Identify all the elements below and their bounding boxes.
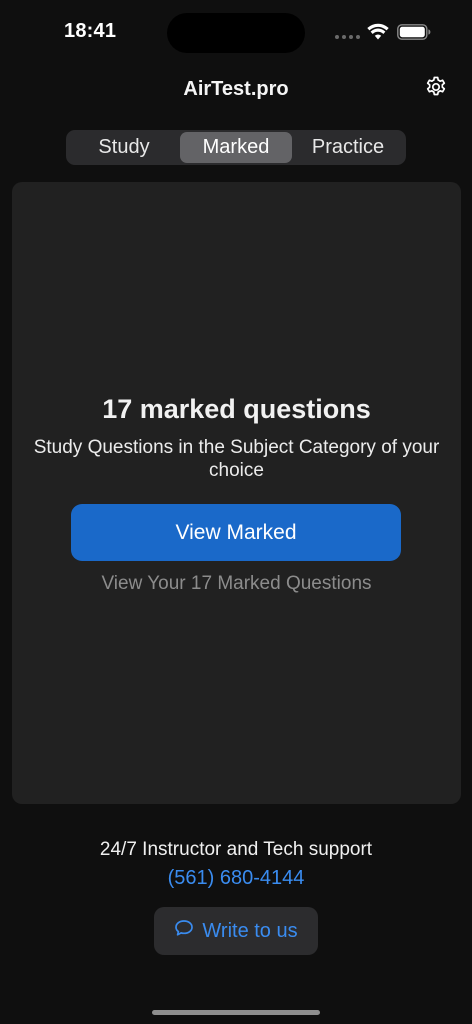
card-description: Study Questions in the Subject Category … [33, 437, 440, 481]
dynamic-island [167, 13, 305, 53]
battery-icon [397, 24, 431, 45]
marked-count-title: 17 marked questions [102, 394, 371, 424]
tab-marked[interactable]: Marked [180, 132, 292, 163]
view-marked-button[interactable]: View Marked [71, 504, 401, 561]
marked-questions-card: 17 marked questions Study Questions in t… [12, 182, 461, 804]
support-phone-link[interactable]: (561) 680-4144 [0, 867, 472, 890]
chat-bubble-icon [174, 919, 194, 943]
tab-study[interactable]: Study [68, 132, 180, 163]
support-text: 24/7 Instructor and Tech support [99, 839, 373, 860]
settings-button[interactable] [423, 76, 449, 102]
wifi-icon [367, 23, 389, 45]
mode-segmented-control: Study Marked Practice [66, 130, 406, 165]
status-bar: 18:41 [0, 0, 472, 64]
tab-practice[interactable]: Practice [292, 132, 404, 163]
view-marked-hint: View Your 17 Marked Questions [101, 573, 372, 594]
write-to-us-label: Write to us [202, 919, 298, 942]
gear-icon [424, 75, 448, 104]
write-to-us-button[interactable]: Write to us [154, 907, 318, 955]
home-indicator[interactable] [152, 1010, 320, 1015]
status-time: 18:41 [64, 20, 117, 42]
app-title: AirTest.pro [183, 78, 289, 100]
cellular-dots-icon [335, 35, 360, 39]
